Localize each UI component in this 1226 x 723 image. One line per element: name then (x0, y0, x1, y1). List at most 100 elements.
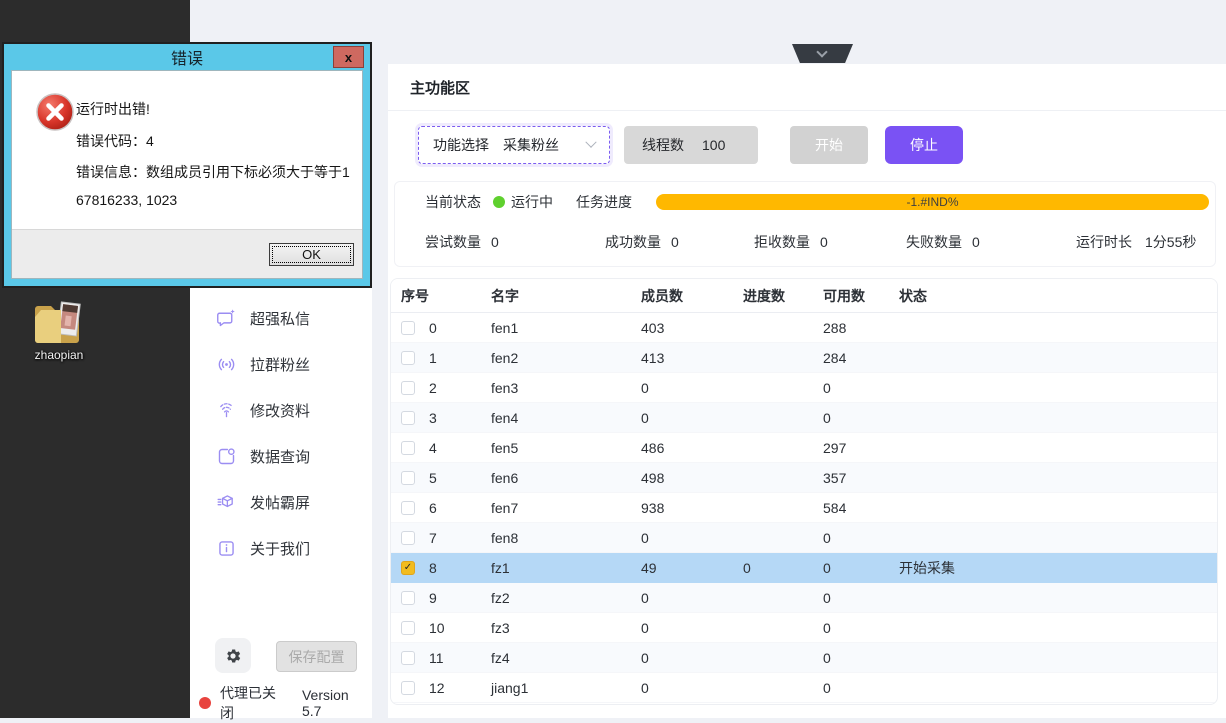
stat-label: 成功数量 (605, 230, 661, 254)
cell-seq: 1 (429, 350, 491, 366)
sidebar-item-label: 拉群粉丝 (250, 354, 310, 375)
table-row[interactable]: 11 fz4 0 0 (391, 643, 1217, 673)
version-label: Version 5.7 (302, 687, 372, 719)
function-select-label: 功能选择 (433, 135, 489, 155)
row-checkbox[interactable] (401, 351, 415, 365)
cell-available: 584 (823, 500, 899, 516)
row-checkbox[interactable] (401, 381, 415, 395)
error-dialog: 错误 x 运行时出错! 错误代码：4 错误信息：数组成员引用下标必须大于等于1 … (2, 42, 372, 288)
sidebar-item-data-query[interactable]: 数据查询 (190, 433, 372, 479)
sidebar-item-post-flood[interactable]: 发帖霸屏 (190, 479, 372, 525)
cell-seq: 9 (429, 590, 491, 606)
sidebar-item-private-message[interactable]: 超强私信 (190, 295, 372, 341)
stop-button[interactable]: 停止 (885, 126, 963, 164)
row-checkbox[interactable] (401, 471, 415, 485)
settings-button[interactable] (215, 638, 251, 673)
table-row[interactable]: 4 fen5 486 297 (391, 433, 1217, 463)
cell-seq: 4 (429, 440, 491, 456)
cell-available: 297 (823, 440, 899, 456)
collapse-handle[interactable] (792, 44, 853, 63)
dialog-message-line: 运行时出错! (76, 99, 150, 119)
thread-count-input[interactable]: 线程数 100 (624, 126, 758, 164)
sidebar-item-group-fans[interactable]: 拉群粉丝 (190, 341, 372, 387)
sidebar-item-label: 超强私信 (250, 308, 310, 329)
cell-available: 0 (823, 530, 899, 546)
table-row[interactable]: 0 fen1 403 288 (391, 313, 1217, 343)
table-row[interactable]: 5 fen6 498 357 (391, 463, 1217, 493)
row-checkbox[interactable] (401, 411, 415, 425)
row-checkbox[interactable] (401, 561, 415, 575)
cell-seq: 11 (429, 650, 491, 666)
start-button[interactable]: 开始 (790, 126, 868, 164)
running-dot-icon (493, 196, 505, 208)
dialog-message-line: 错误信息：数组成员引用下标必须大于等于1 (76, 162, 350, 182)
thread-count-value: 100 (702, 137, 725, 153)
cell-name: fz2 (491, 590, 641, 606)
function-select[interactable]: 功能选择 采集粉丝 (418, 126, 610, 164)
cell-name: fen3 (491, 380, 641, 396)
table-row[interactable]: 7 fen8 0 0 (391, 523, 1217, 553)
stat-label: 尝试数量 (425, 230, 481, 254)
col-name: 名字 (491, 286, 641, 306)
chevron-down-icon (585, 137, 596, 148)
stat-value: 1分55秒 (1145, 230, 1196, 254)
close-icon[interactable]: x (333, 46, 364, 68)
progress-bar: -1.#IND% (656, 194, 1209, 210)
controls-row: 功能选择 采集粉丝 线程数 100 开始 停止 (388, 126, 1226, 166)
cell-available: 357 (823, 470, 899, 486)
cell-name: fen4 (491, 410, 641, 426)
table-row[interactable]: 10 fz3 0 0 (391, 613, 1217, 643)
dialog-titlebar: 错误 x (11, 44, 363, 70)
cube-icon (215, 491, 237, 513)
sidebar-item-label: 关于我们 (250, 538, 310, 559)
cell-seq: 7 (429, 530, 491, 546)
error-icon (36, 93, 74, 131)
desktop-icon-zhaopian[interactable]: zhaopian (20, 300, 98, 362)
sidebar-item-about-us[interactable]: 关于我们 (190, 525, 372, 571)
proxy-status: 代理已关闭 (220, 683, 290, 723)
dialog-message-line: 67816233, 1023 (76, 192, 177, 208)
table-body: 0 fen1 403 288 1 fen2 413 284 2 fen3 0 0… (391, 313, 1217, 703)
table-row[interactable]: 1 fen2 413 284 (391, 343, 1217, 373)
broadcast-icon (215, 353, 237, 375)
stat-value: 0 (972, 230, 980, 254)
col-members: 成员数 (641, 286, 743, 306)
save-config-button[interactable]: 保存配置 (276, 641, 357, 672)
cell-members: 0 (641, 380, 743, 396)
col-status: 状态 (899, 286, 1217, 306)
stat-label: 运行时长 (1076, 230, 1132, 254)
table-row[interactable]: 6 fen7 938 584 (391, 493, 1217, 523)
cell-members: 49 (641, 560, 743, 576)
row-checkbox[interactable] (401, 591, 415, 605)
row-checkbox[interactable] (401, 651, 415, 665)
row-checkbox[interactable] (401, 441, 415, 455)
table-row[interactable]: 3 fen4 0 0 (391, 403, 1217, 433)
col-progress: 进度数 (743, 286, 823, 306)
cell-available: 284 (823, 350, 899, 366)
table-row[interactable]: 2 fen3 0 0 (391, 373, 1217, 403)
cell-members: 403 (641, 320, 743, 336)
table-row[interactable]: 8 fz1 49 0 0 开始采集 (391, 553, 1217, 583)
cell-name: fen8 (491, 530, 641, 546)
table-row[interactable]: 12 jiang1 0 0 (391, 673, 1217, 703)
sidebar-item-edit-profile[interactable]: 修改资料 (190, 387, 372, 433)
cell-members: 486 (641, 440, 743, 456)
cell-members: 938 (641, 500, 743, 516)
cell-seq: 5 (429, 470, 491, 486)
thread-count-label: 线程数 (642, 135, 684, 155)
table-row[interactable]: 9 fz2 0 0 (391, 583, 1217, 613)
row-checkbox[interactable] (401, 681, 415, 695)
cell-name: jiang1 (491, 680, 641, 696)
stats-row: 尝试数量 0 成功数量 0 拒收数量 0 失败数量 0 运行时长 1分55秒 (395, 230, 1215, 254)
row-checkbox[interactable] (401, 621, 415, 635)
row-checkbox[interactable] (401, 321, 415, 335)
row-checkbox[interactable] (401, 531, 415, 545)
row-checkbox[interactable] (401, 501, 415, 515)
dialog-message-line: 错误代码：4 (76, 131, 154, 151)
col-seq: 序号 (401, 286, 491, 306)
cell-seq: 12 (429, 680, 491, 696)
ok-button[interactable]: OK (269, 243, 354, 266)
cell-name: fen6 (491, 470, 641, 486)
current-state-value: 运行中 (511, 190, 553, 214)
main-panel: 主功能区 功能选择 采集粉丝 线程数 100 开始 停止 当前状态 运行中 任务… (388, 64, 1226, 718)
